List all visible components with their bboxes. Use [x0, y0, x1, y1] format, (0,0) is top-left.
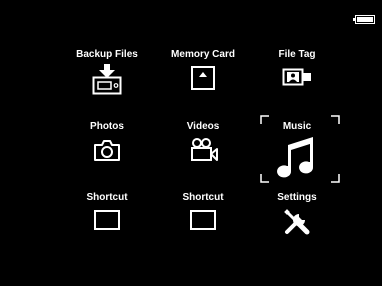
menu-item-videos[interactable]: Videos — [158, 121, 248, 177]
menu-item-label: Videos — [186, 121, 220, 132]
empty-shortcut-icon — [94, 210, 120, 230]
memory-card-icon — [191, 66, 215, 90]
tools-icon — [284, 209, 310, 235]
menu-item-music[interactable]: Music — [252, 121, 342, 178]
backup-files-icon — [92, 64, 122, 95]
menu-item-backup-files[interactable]: Backup Files — [62, 49, 152, 105]
selection-corner-top-right — [331, 115, 340, 124]
menu-item-label: Backup Files — [76, 49, 138, 60]
menu-item-label: Memory Card — [171, 49, 235, 60]
camera-icon — [94, 140, 120, 161]
empty-shortcut-icon — [190, 210, 216, 230]
file-tag-icon — [282, 68, 311, 86]
selection-corner-bottom-right — [331, 174, 340, 183]
menu-item-file-tag[interactable]: File Tag — [252, 49, 342, 105]
menu-item-label: File Tag — [278, 49, 316, 60]
menu-item-shortcut-2[interactable]: Shortcut — [158, 192, 248, 248]
menu-item-label: Shortcut — [182, 192, 224, 203]
menu-item-memory-card[interactable]: Memory Card — [158, 49, 248, 105]
battery-icon — [353, 15, 375, 24]
selection-corner-bottom-left — [260, 174, 269, 183]
menu-item-photos[interactable]: Photos — [62, 121, 152, 177]
selection-corner-top-left — [260, 115, 269, 124]
music-note-icon — [277, 137, 314, 178]
menu-item-shortcut-1[interactable]: Shortcut — [62, 192, 152, 248]
menu-item-label: Photos — [90, 121, 124, 132]
menu-item-label: Shortcut — [86, 192, 128, 203]
menu-item-label: Settings — [277, 192, 317, 203]
menu-item-settings[interactable]: Settings — [252, 192, 342, 248]
video-camera-icon — [191, 138, 218, 161]
